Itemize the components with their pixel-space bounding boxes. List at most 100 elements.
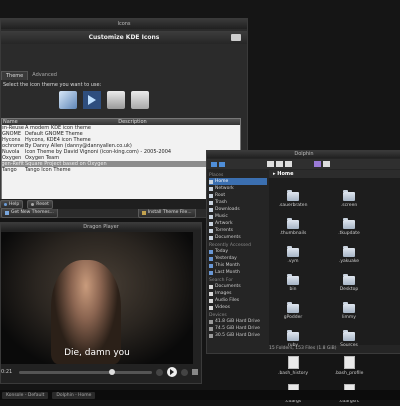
place-icon [209, 179, 213, 184]
details-view-icon[interactable] [276, 161, 283, 167]
file-item[interactable]: bin [273, 264, 313, 292]
place-item[interactable]: Torrents [209, 227, 267, 234]
file-item[interactable]: .sauerbraten [273, 180, 313, 208]
tab-theme[interactable]: Theme [1, 71, 29, 80]
file-item[interactable]: .bash_history [273, 348, 313, 376]
folder-icon [343, 274, 355, 285]
place-item[interactable]: Artwork [209, 220, 267, 227]
recent-item[interactable]: Yesterday [209, 255, 267, 262]
taskbar-item-dolphin[interactable]: Dolphin - Home [52, 391, 96, 399]
video-area[interactable]: Die, damn you [1, 232, 193, 364]
device-item[interactable]: 74.5 GiB Hard Drive [209, 325, 267, 332]
recent-item[interactable]: This Month [209, 262, 267, 269]
place-icon [209, 214, 213, 219]
file-item[interactable]: .tkupdate [329, 208, 369, 236]
video-player-window: Dragon Player Die, damn you 0:21 [0, 222, 202, 384]
breadcrumb: ▸ Home [269, 170, 400, 178]
folder-icon [343, 190, 355, 201]
theme-rows: eOxygen-ReuseA modern KDE icon themeGNOM… [2, 125, 240, 173]
icons-view-icon[interactable] [267, 161, 274, 167]
place-icon [209, 235, 213, 240]
device-icon [209, 319, 213, 324]
file-item[interactable]: gPodder [273, 292, 313, 320]
place-icon [209, 200, 213, 205]
place-item[interactable]: Trash [209, 199, 267, 206]
place-item[interactable]: Documents [209, 234, 267, 241]
place-item[interactable]: Network [209, 185, 267, 192]
dolphin-toolbar [207, 159, 400, 169]
folder-icon [343, 218, 355, 229]
breadcrumb-home[interactable]: Home [277, 171, 293, 177]
document-icon [287, 356, 299, 369]
player-controls: 0:21 [1, 365, 201, 379]
preview-image-icon [131, 91, 149, 109]
folder-icon [287, 330, 299, 341]
preview-icon[interactable] [314, 161, 321, 167]
recent-item[interactable]: Last Month [209, 269, 267, 276]
search-icon [209, 284, 213, 289]
player-titlebar: Dragon Player [1, 223, 201, 231]
devices-list: 41.8 GiB Hard Drive 74.5 GiB Hard Drive 30… [209, 318, 267, 339]
kde-gear-icon [231, 34, 241, 41]
preview-document-icon [59, 91, 77, 109]
theme-table: Name Description eOxygen-ReuseA modern K… [1, 118, 241, 200]
search-item[interactable]: Images [209, 290, 267, 297]
folder-icon [343, 246, 355, 257]
split-icon[interactable] [323, 161, 330, 167]
place-item[interactable]: Music [209, 213, 267, 220]
search-item[interactable]: Audio Files [209, 297, 267, 304]
file-item[interactable]: Desktop [329, 264, 369, 292]
search-list: Documents Images Audio Files Videos [209, 283, 267, 311]
file-item[interactable]: .yakuake [329, 236, 369, 264]
icons-window-title: Icons [117, 21, 131, 27]
places-panel: Places Home Network Root Trash Downloads Musi… [209, 171, 267, 351]
search-item[interactable]: Documents [209, 283, 267, 290]
taskbar-item-konsole[interactable]: Konsole - Default [2, 391, 49, 399]
device-item[interactable]: 41.8 GiB Hard Drive [209, 318, 267, 325]
icon-preview-strip [59, 91, 149, 109]
taskbar: Konsole - Default Dolphin - Home [0, 390, 400, 400]
place-item[interactable]: Home [209, 178, 267, 185]
download-icon [5, 210, 9, 215]
theme-description: Tango Icon Theme [25, 167, 71, 173]
preview-play-icon [83, 91, 101, 109]
next-icon[interactable] [181, 368, 188, 376]
place-item[interactable]: Downloads [209, 206, 267, 213]
file-item[interactable]: .thumbnails [273, 208, 313, 236]
place-icon [209, 207, 213, 212]
file-item[interactable]: .vym [273, 236, 313, 264]
folder-icon [287, 218, 299, 229]
tab-advanced[interactable]: Advanced [28, 71, 61, 79]
volume-icon[interactable] [192, 369, 198, 375]
install-icon [141, 210, 146, 215]
previous-icon[interactable] [156, 368, 163, 376]
theme-row[interactable]: Tango Tango Icon Theme [2, 167, 240, 173]
reset-button[interactable]: Reset [27, 199, 53, 209]
play-icon[interactable] [167, 367, 177, 377]
file-item[interactable]: .screen [329, 180, 369, 208]
device-icon [209, 326, 213, 331]
recent-item[interactable]: Today [209, 248, 267, 255]
device-item[interactable]: 30.5 GiB Hard Drive [209, 332, 267, 339]
search-item[interactable]: Videos [209, 304, 267, 311]
file-item[interactable]: ruby [273, 320, 313, 348]
place-icon [209, 186, 213, 191]
seek-slider[interactable] [19, 368, 152, 375]
file-item[interactable]: limmy [329, 292, 369, 320]
back-icon[interactable] [211, 161, 217, 167]
file-item[interactable]: .bash_profile [329, 348, 369, 376]
icons-heading-bar: Customize KDE Icons [1, 31, 247, 44]
file-item[interactable]: Sources [329, 320, 369, 348]
help-button[interactable]: Help [0, 199, 24, 209]
instruction-text: Select the icon theme you want to use: [3, 82, 102, 88]
place-icon [209, 193, 213, 198]
folder-icon [287, 190, 299, 201]
place-item[interactable]: Root [209, 192, 267, 199]
search-icon [209, 305, 213, 310]
seek-handle[interactable] [109, 368, 116, 375]
forward-icon[interactable] [219, 161, 225, 167]
folder-icon [287, 274, 299, 285]
search-icon [209, 298, 213, 303]
columns-view-icon[interactable] [285, 161, 292, 167]
time-label: 0:21 [1, 369, 13, 375]
